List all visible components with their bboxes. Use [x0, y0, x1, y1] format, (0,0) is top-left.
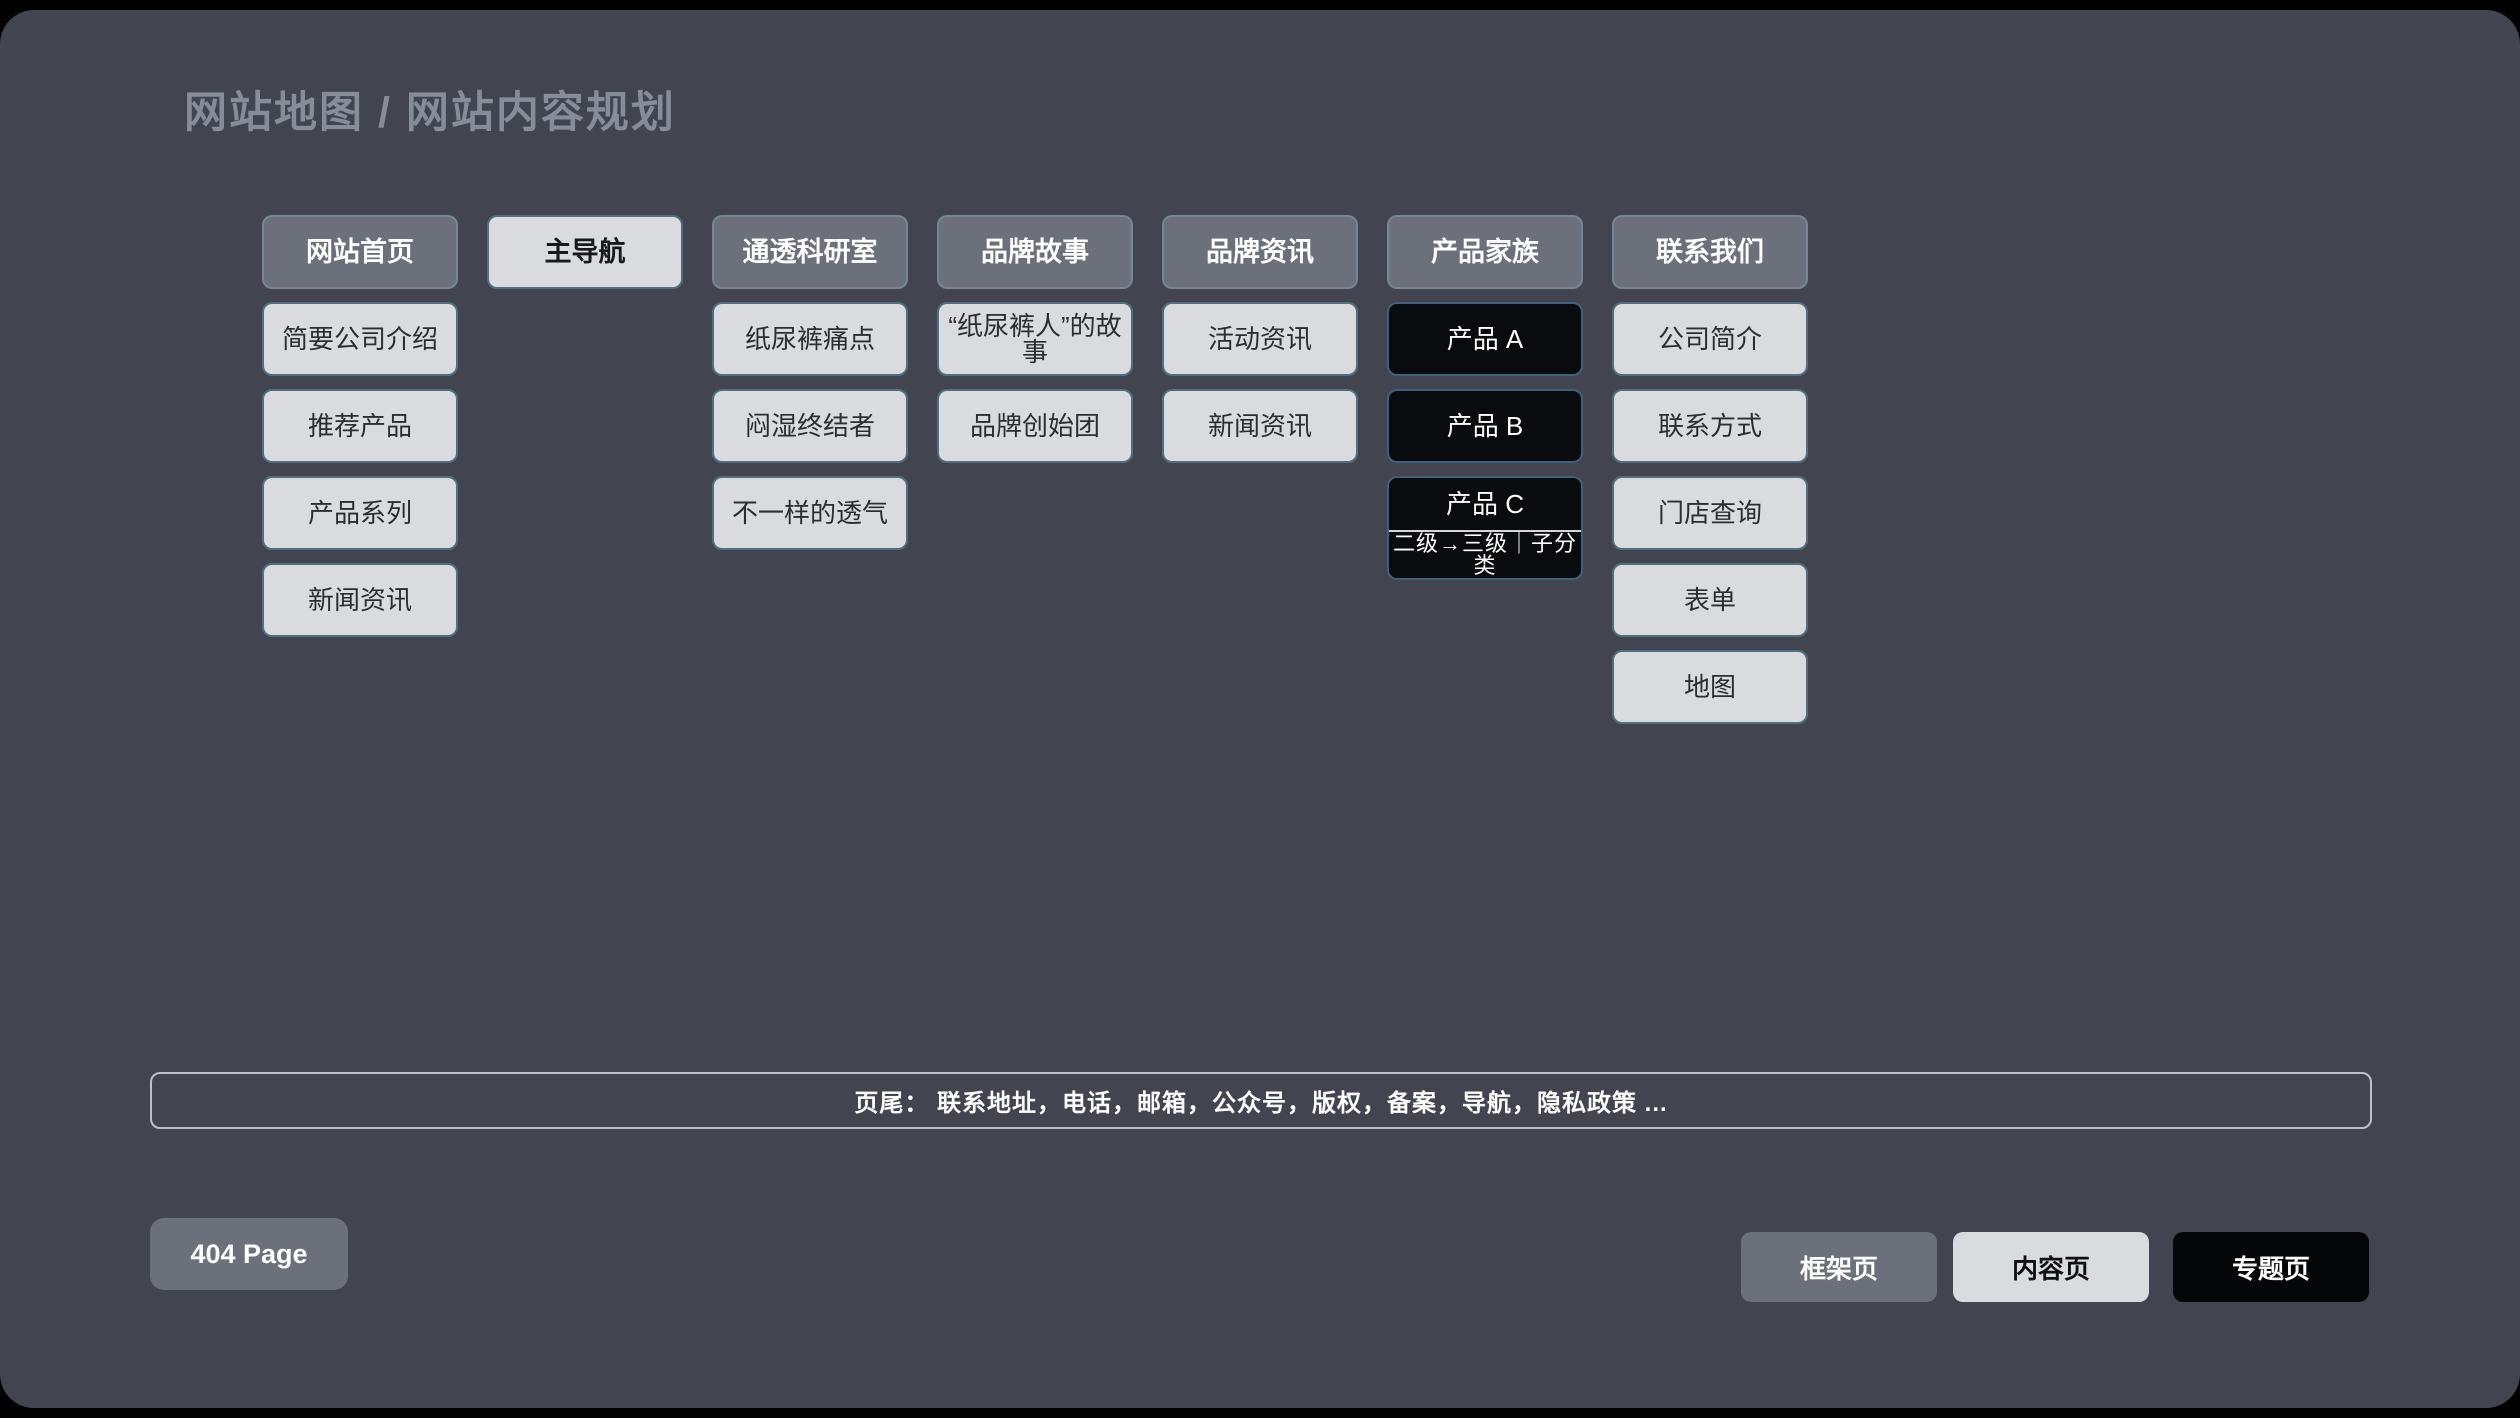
sitemap-column-3: 通透科研室纸尿裤痛点闷湿终结者不一样的透气	[712, 215, 908, 563]
column-header[interactable]: 联系我们	[1612, 215, 1808, 289]
page-node-label: 产品 C	[1389, 478, 1581, 532]
legend-content-page[interactable]: 内容页	[1953, 1232, 2149, 1302]
page-404-node[interactable]: 404 Page	[150, 1218, 348, 1290]
footer-bar: 页尾： 联系地址，电话，邮箱，公众号，版权，备案，导航，隐私政策 ...	[150, 1072, 2372, 1129]
page-node[interactable]: 联系方式	[1612, 389, 1808, 463]
sitemap-column-2: 主导航	[487, 215, 683, 302]
page-node[interactable]: 纸尿裤痛点	[712, 302, 908, 376]
page-node[interactable]: 闷湿终结者	[712, 389, 908, 463]
page-node[interactable]: 品牌创始团	[937, 389, 1133, 463]
legend-special-page[interactable]: 专题页	[2173, 1232, 2369, 1302]
page-node[interactable]: 活动资讯	[1162, 302, 1358, 376]
page-node[interactable]: 新闻资讯	[262, 563, 458, 637]
column-header[interactable]: 通透科研室	[712, 215, 908, 289]
page-node-sublabel: 二级→三级｜子分类	[1389, 532, 1581, 578]
page-node[interactable]: 不一样的透气	[712, 476, 908, 550]
page-node[interactable]: 表单	[1612, 563, 1808, 637]
page-node[interactable]: 门店查询	[1612, 476, 1808, 550]
sitemap-column-1: 网站首页简要公司介绍推荐产品产品系列新闻资讯	[262, 215, 458, 650]
page-node[interactable]: 产品系列	[262, 476, 458, 550]
column-header[interactable]: 品牌故事	[937, 215, 1133, 289]
page-title: 网站地图 / 网站内容规划	[184, 78, 676, 140]
column-header[interactable]: 网站首页	[262, 215, 458, 289]
sitemap-canvas: 网站地图 / 网站内容规划 网站首页简要公司介绍推荐产品产品系列新闻资讯主导航通…	[0, 0, 2520, 1418]
legend-frame-page[interactable]: 框架页	[1741, 1232, 1937, 1302]
page-node[interactable]: 推荐产品	[262, 389, 458, 463]
page-node[interactable]: 公司简介	[1612, 302, 1808, 376]
sitemap-column-6: 产品家族产品 A 产品 B 产品 C二级→三级｜子分类	[1387, 215, 1583, 593]
page-node[interactable]: 产品 A	[1387, 302, 1583, 376]
page-node[interactable]: 产品 C二级→三级｜子分类	[1387, 476, 1583, 580]
page-node[interactable]: “纸尿裤人”的故事	[937, 302, 1133, 376]
page-node[interactable]: 产品 B	[1387, 389, 1583, 463]
column-header[interactable]: 产品家族	[1387, 215, 1583, 289]
page-node[interactable]: 新闻资讯	[1162, 389, 1358, 463]
column-header[interactable]: 主导航	[487, 215, 683, 289]
footer-label: 页尾： 联系地址，电话，邮箱，公众号，版权，备案，导航，隐私政策 ...	[854, 1083, 1667, 1118]
page-node[interactable]: 地图	[1612, 650, 1808, 724]
sitemap-columns: 网站首页简要公司介绍推荐产品产品系列新闻资讯主导航通透科研室纸尿裤痛点闷湿终结者…	[262, 215, 1808, 737]
sitemap-column-7: 联系我们公司简介联系方式门店查询表单地图	[1612, 215, 1808, 737]
column-header[interactable]: 品牌资讯	[1162, 215, 1358, 289]
sitemap-column-4: 品牌故事 “纸尿裤人”的故事品牌创始团	[937, 215, 1133, 476]
sitemap-column-5: 品牌资讯活动资讯新闻资讯	[1162, 215, 1358, 476]
page-node[interactable]: 简要公司介绍	[262, 302, 458, 376]
